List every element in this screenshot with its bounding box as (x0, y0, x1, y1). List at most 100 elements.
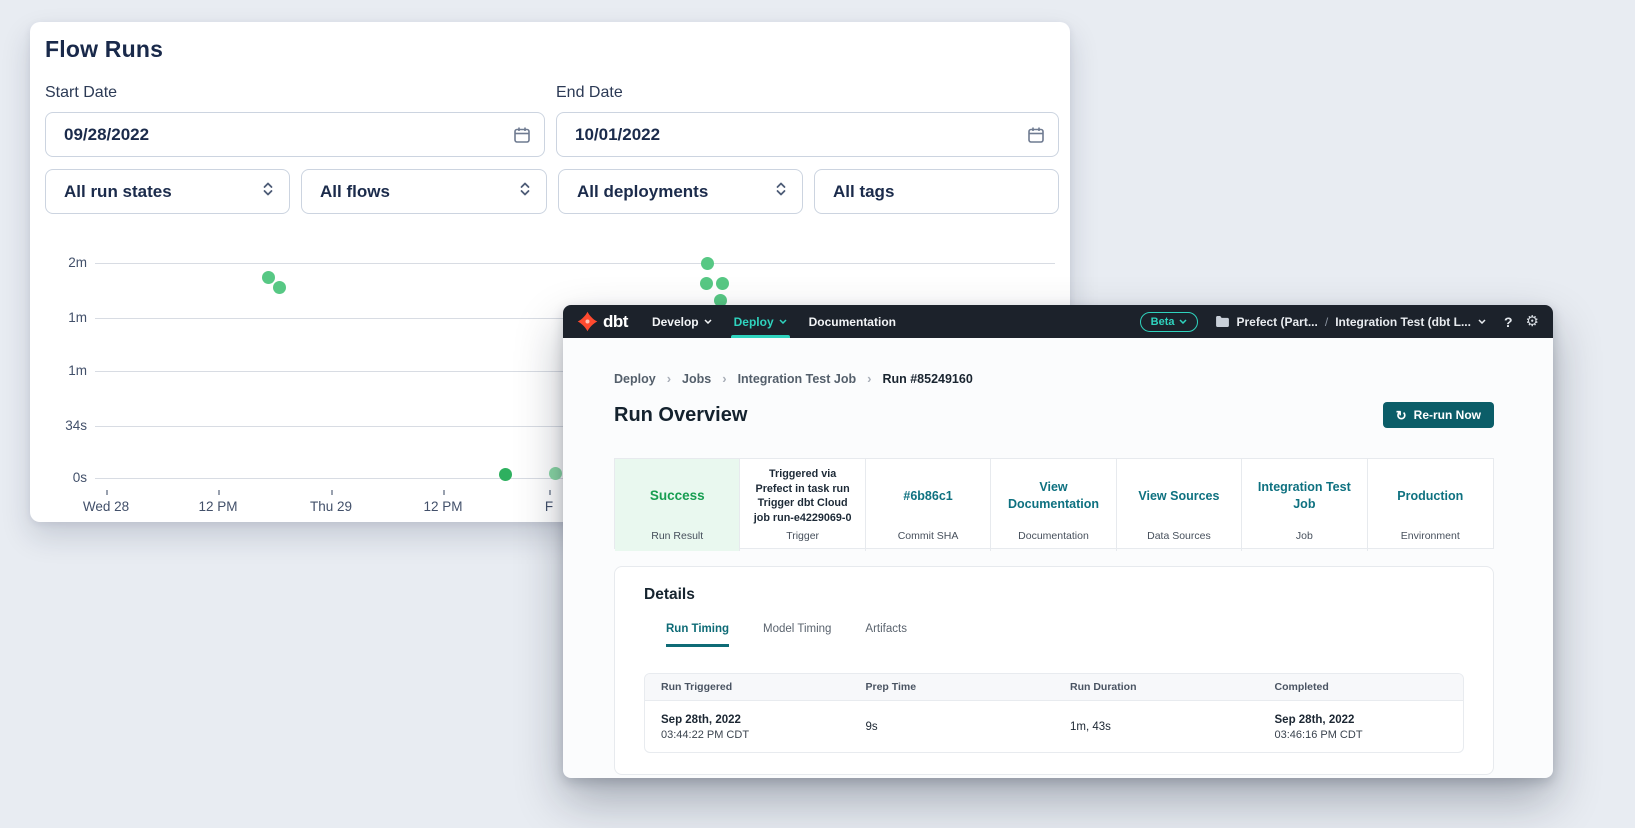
chevron-down-icon (1478, 319, 1486, 324)
x-axis-tick-mark (218, 490, 220, 495)
rerun-now-label: Re-run Now (1414, 408, 1481, 422)
run-summary-cards: Success Run Result Triggered via Prefect… (614, 458, 1494, 549)
end-date-input[interactable] (557, 113, 1058, 156)
flows-select-value: All flows (320, 182, 390, 202)
flow-run-scatter-point[interactable] (549, 467, 562, 480)
completed-date: Sep 28th, 2022 (1275, 714, 1464, 726)
x-axis-tick-label: Thu 29 (310, 499, 352, 514)
run-states-select[interactable]: All run states (45, 169, 290, 214)
breadcrumb-current-run: Run #85249160 (882, 372, 972, 386)
col-header-prep-time: Prep Time (850, 681, 1055, 693)
chevron-right-icon: › (867, 371, 871, 386)
run-triggered-time: 03:44:22 PM CDT (661, 729, 850, 741)
gear-icon[interactable]: ⚙ (1526, 314, 1539, 329)
deployments-select-value: All deployments (577, 182, 708, 202)
flow-run-scatter-point[interactable] (700, 277, 713, 290)
details-card: Details Run Timing Model Timing Artifact… (614, 566, 1494, 775)
nav-item-develop[interactable]: Develop (652, 305, 712, 338)
completed-time: 03:46:16 PM CDT (1275, 729, 1464, 741)
start-date-label: Start Date (45, 84, 117, 102)
start-date-field (45, 112, 545, 157)
environment-link[interactable]: Production (1397, 488, 1463, 505)
flow-run-scatter-point[interactable] (262, 271, 275, 284)
tags-select-value: All tags (833, 182, 894, 202)
card-label: Commit SHA (866, 530, 990, 542)
chevron-right-icon: › (722, 371, 726, 386)
x-axis-tick-mark (331, 490, 333, 495)
chevron-down-icon (1179, 319, 1187, 324)
summary-card-commit-sha: #6b86c1 Commit SHA (866, 459, 991, 551)
chevron-up-down-icon (518, 181, 532, 202)
chart-gridline (95, 263, 1055, 264)
view-documentation-link[interactable]: View Documentation (1001, 479, 1105, 513)
project-environment-switcher[interactable]: Prefect (Part... / Integration Test (dbt… (1216, 315, 1486, 329)
run-result-value: Success (650, 487, 705, 505)
breadcrumb-deploy[interactable]: Deploy (614, 372, 656, 386)
breadcrumb: Deploy › Jobs › Integration Test Job › R… (614, 371, 973, 386)
tab-artifacts[interactable]: Artifacts (865, 623, 907, 647)
dbt-logo[interactable]: dbt (577, 311, 628, 332)
table-header-row: Run Triggered Prep Time Run Duration Com… (645, 674, 1463, 701)
run-states-select-value: All run states (64, 182, 172, 202)
x-axis-tick-label: 12 PM (198, 499, 237, 514)
deployments-select[interactable]: All deployments (558, 169, 803, 214)
summary-card-data-sources: View Sources Data Sources (1117, 459, 1242, 551)
dbt-top-nav: dbt Develop Deploy Documentation Beta (563, 305, 1553, 338)
chevron-up-down-icon (261, 181, 275, 202)
page-title: Run Overview (614, 404, 747, 427)
chevron-down-icon (779, 319, 787, 324)
folder-icon (1216, 316, 1229, 327)
start-date-input[interactable] (46, 113, 544, 156)
chevron-down-icon (704, 319, 712, 324)
desktop: Flow Runs Start Date End Date All r (0, 0, 1635, 828)
cell-run-duration: 1m, 43s (1054, 721, 1259, 733)
y-axis-tick-label: 34s (59, 418, 87, 434)
separator: / (1325, 315, 1328, 329)
summary-card-job: Integration Test Job Job (1242, 459, 1367, 551)
nav-item-deploy[interactable]: Deploy (734, 305, 787, 338)
flow-run-scatter-point[interactable] (716, 277, 729, 290)
view-sources-link[interactable]: View Sources (1138, 488, 1219, 505)
trigger-value: Triggered via Prefect in task run Trigge… (750, 467, 854, 525)
beta-label: Beta (1151, 316, 1175, 328)
run-triggered-date: Sep 28th, 2022 (661, 714, 850, 726)
card-label: Trigger (740, 530, 864, 542)
calendar-icon[interactable] (513, 126, 531, 149)
job-link[interactable]: Integration Test Job (1252, 479, 1356, 513)
card-label: Environment (1368, 530, 1493, 542)
x-axis-tick-mark (549, 490, 551, 495)
nav-item-label: Develop (652, 315, 699, 329)
x-axis-tick-label: 12 PM (423, 499, 462, 514)
x-axis-tick-label: F (545, 499, 553, 514)
flow-run-scatter-point[interactable] (273, 281, 286, 294)
breadcrumb-jobs[interactable]: Jobs (682, 372, 711, 386)
summary-card-trigger: Triggered via Prefect in task run Trigge… (740, 459, 865, 551)
beta-dropdown[interactable]: Beta (1140, 312, 1199, 332)
nav-item-documentation[interactable]: Documentation (809, 305, 896, 338)
card-label: Run Result (615, 530, 739, 542)
flows-select[interactable]: All flows (301, 169, 547, 214)
card-label: Job (1242, 530, 1366, 542)
cell-run-triggered: Sep 28th, 2022 03:44:22 PM CDT (645, 714, 850, 741)
title-row: Run Overview ↻ Re-run Now (614, 402, 1494, 428)
commit-sha-link[interactable]: #6b86c1 (903, 488, 952, 505)
tags-select[interactable]: All tags (814, 169, 1059, 214)
tab-model-timing[interactable]: Model Timing (763, 623, 831, 647)
flow-run-scatter-point[interactable] (701, 257, 714, 270)
table-row: Sep 28th, 2022 03:44:22 PM CDT 9s 1m, 43… (645, 701, 1463, 753)
calendar-icon[interactable] (1027, 126, 1045, 149)
summary-card-documentation: View Documentation Documentation (991, 459, 1116, 551)
chevron-right-icon: › (667, 371, 671, 386)
project-name: Prefect (Part... (1236, 315, 1317, 329)
breadcrumb-job-name[interactable]: Integration Test Job (738, 372, 857, 386)
col-header-completed: Completed (1259, 681, 1464, 693)
flow-run-scatter-point[interactable] (499, 468, 512, 481)
dbt-logo-icon (577, 311, 598, 332)
tab-run-timing[interactable]: Run Timing (666, 623, 729, 647)
end-date-field (556, 112, 1059, 157)
help-icon[interactable]: ? (1504, 314, 1513, 330)
y-axis-tick-label: 0s (59, 470, 87, 486)
y-axis-tick-label: 1m (59, 310, 87, 326)
rerun-now-button[interactable]: ↻ Re-run Now (1383, 402, 1494, 428)
cell-prep-time: 9s (850, 721, 1055, 733)
